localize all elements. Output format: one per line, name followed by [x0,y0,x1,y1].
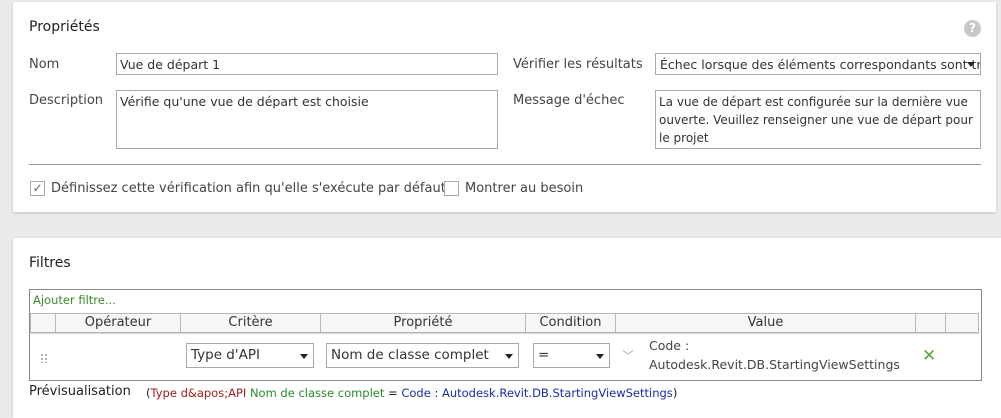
filters-panel: Filtres Ajouter filtre... Opérateur Crit… [13,238,1001,418]
failure-message-label: Message d'échec [513,93,625,108]
chevron-down-icon[interactable]: ﹀ [622,347,634,364]
verify-results-value: Échec lorsque des éléments correspondant… [660,57,981,72]
filters-grid: Ajouter filtre... Opérateur Critère Prop… [29,289,982,381]
preview-property: Nom de classe complet [249,386,385,400]
divider [29,164,981,165]
name-input[interactable]: Vue de départ 1 [116,53,498,75]
verify-results-label: Vérifier les résultats [513,57,643,72]
show-on-demand-label: Montrer au besoin [465,181,584,196]
column-header-condition[interactable]: Condition [525,313,615,333]
default-run-label: Définissez cette vérification afin qu'el… [51,181,446,196]
description-input[interactable]: Vérifie qu'une vue de départ est choisie [116,90,498,149]
filters-title: Filtres [29,255,71,271]
table-row: Type d'API Nom de classe complet = ﹀ Cod… [31,333,980,381]
default-run-checkbox[interactable]: ✓ [30,181,45,196]
drag-handle-icon[interactable] [40,353,48,363]
grid-header-handle [30,313,55,333]
chevron-down-icon [967,62,975,67]
grid-header-end [945,313,979,333]
add-filter-link[interactable]: Ajouter filtre... [33,293,116,307]
properties-panel: Propriétés ? Nom Vue de départ 1 Descrip… [13,2,996,212]
chevron-down-icon [505,353,513,359]
preview-close-paren: ) [672,386,678,400]
preview-expression: (Type d&apos;API Nom de classe complet =… [146,386,677,400]
show-on-demand-checkbox[interactable] [444,181,459,196]
verify-results-select[interactable]: Échec lorsque des éléments correspondant… [655,53,981,75]
criteria-value: Type d'API [191,347,260,363]
column-header-criteria[interactable]: Critère [180,313,320,333]
preview-type: Type d&apos;API [150,386,247,400]
condition-value: = [538,347,550,363]
name-label: Nom [29,57,60,72]
column-header-value[interactable]: Value [615,313,915,333]
preview-operator: = [388,386,398,400]
preview-value: Code : Autodesk.Revit.DB.StartingViewSet… [401,386,673,400]
description-label: Description [29,93,104,108]
property-select[interactable]: Nom de classe complet [326,343,519,368]
help-icon[interactable]: ? [964,20,981,37]
chevron-down-icon [596,353,604,359]
condition-select[interactable]: = [533,343,610,368]
value-line-1: Code : [649,338,690,353]
criteria-select[interactable]: Type d'API [186,343,314,368]
column-header-operator[interactable]: Opérateur [55,313,180,333]
property-value: Nom de classe complet [331,347,489,363]
value-line-2: Autodesk.Revit.DB.StartingViewSettings [649,357,900,372]
remove-icon[interactable]: ✕ [922,346,936,366]
chevron-down-icon [300,353,308,359]
column-header-property[interactable]: Propriété [320,313,525,333]
preview-label: Prévisualisation [29,384,131,399]
failure-message-input[interactable]: La vue de départ est configurée sur la d… [655,90,981,149]
grid-header-action [915,313,945,333]
properties-title: Propriétés [29,19,100,35]
